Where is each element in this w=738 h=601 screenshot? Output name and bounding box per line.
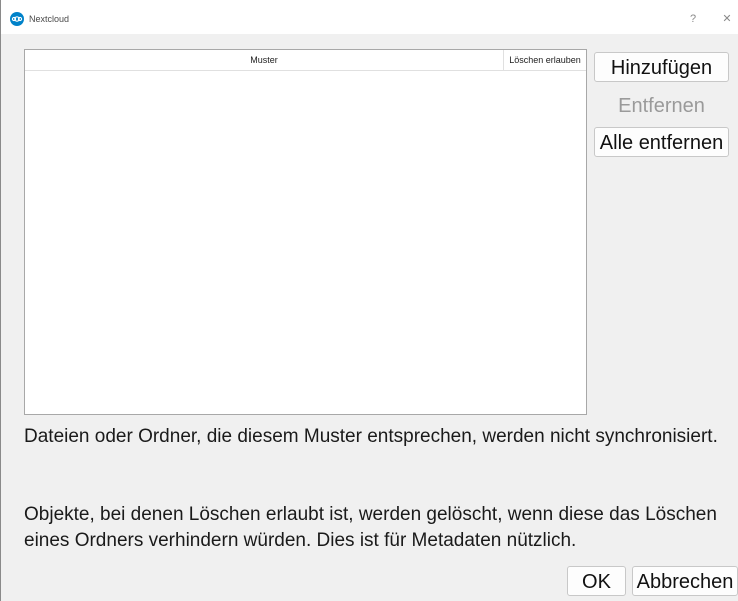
close-button[interactable]: ✕ [717, 10, 737, 28]
window-title: Nextcloud [29, 14, 70, 24]
table-header: Muster Löschen erlauben [25, 50, 586, 71]
remove-all-button[interactable]: Alle entfernen [594, 127, 729, 157]
help-button[interactable]: ? [683, 10, 703, 28]
ignore-patterns-dialog: Nextcloud ? ✕ Muster Löschen erlauben Hi… [0, 0, 738, 601]
pattern-table[interactable]: Muster Löschen erlauben [24, 49, 587, 415]
column-header-allow-delete[interactable]: Löschen erlauben [503, 50, 586, 70]
title-bar[interactable]: Nextcloud ? ✕ [1, 0, 738, 34]
info-text-sync: Dateien oder Ordner, die diesem Muster e… [24, 426, 718, 447]
cancel-button[interactable]: Abbrechen [632, 566, 738, 596]
ok-button[interactable]: OK [567, 566, 626, 596]
nextcloud-logo-icon [10, 12, 24, 26]
add-button[interactable]: Hinzufügen [594, 52, 729, 82]
column-header-pattern[interactable]: Muster [25, 50, 503, 70]
info-text-deletion: Objekte, bei denen Löschen erlaubt ist, … [24, 504, 717, 551]
remove-button[interactable]: Entfernen [594, 90, 729, 120]
